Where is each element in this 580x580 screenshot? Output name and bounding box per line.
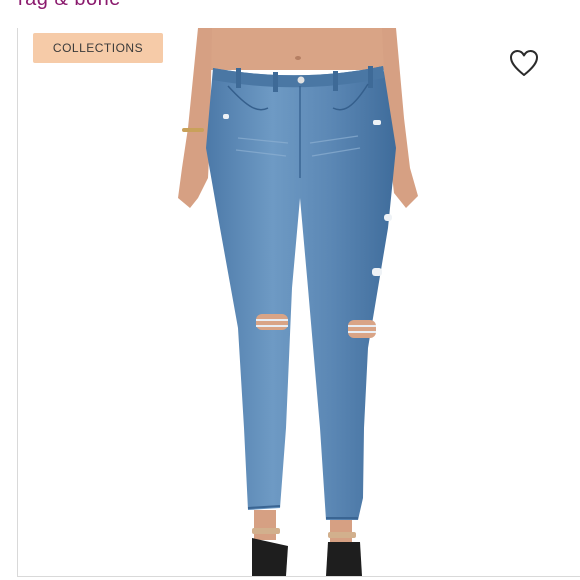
collections-badge[interactable]: COLLECTIONS [33,33,163,63]
product-image-card[interactable]: COLLECTIONS [17,28,580,577]
brand-name[interactable]: rag & bone [18,0,121,11]
product-photo [178,28,418,576]
heart-outline-icon[interactable] [508,48,540,78]
